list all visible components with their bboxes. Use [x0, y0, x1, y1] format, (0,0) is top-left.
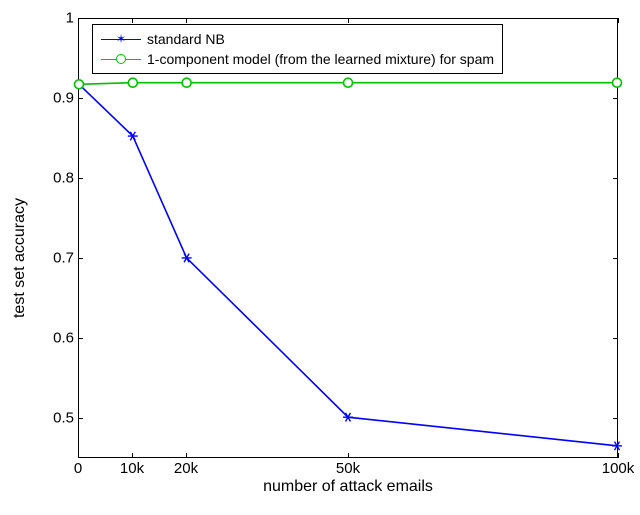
circle-icon [128, 78, 137, 87]
x-tick-label: 100k [602, 460, 635, 477]
plot-area [78, 18, 618, 458]
x-tick-label: 0 [74, 460, 82, 477]
y-tick-label: 0.9 [24, 90, 74, 107]
legend-swatch-mixture [101, 50, 141, 68]
y-tick-label: 0.8 [24, 170, 74, 187]
series-line [79, 84, 617, 446]
y-tick-label: 1 [24, 10, 74, 27]
y-axis-label: test set accuracy [11, 197, 29, 317]
circle-icon [75, 80, 84, 89]
y-tick-label: 0.5 [24, 410, 74, 427]
legend-entry-standard-nb: ✶ standard NB [101, 29, 494, 49]
x-tick-label: 10k [120, 460, 144, 477]
legend-swatch-standard-nb: ✶ [101, 30, 141, 48]
legend-entry-mixture: 1-component model (from the learned mixt… [101, 49, 494, 69]
plot-svg [79, 19, 617, 457]
x-axis-label: number of attack emails [78, 478, 618, 496]
y-tick-label: 0.6 [24, 330, 74, 347]
x-tick-label: 20k [174, 460, 198, 477]
chart-container: 0.5 0.6 0.7 0.8 0.9 1 0 10k 20k 50k 100k test set… [0, 0, 640, 515]
star-icon [612, 442, 622, 451]
circle-icon [344, 78, 353, 87]
circle-icon [116, 54, 126, 64]
x-tick-label: 50k [336, 460, 360, 477]
circle-icon [182, 78, 191, 87]
legend: ✶ standard NB 1-component model (from th… [92, 24, 503, 74]
circle-icon [613, 78, 622, 87]
legend-label: standard NB [147, 31, 225, 47]
y-tick-label: 0.7 [24, 250, 74, 267]
star-icon: ✶ [116, 33, 126, 45]
legend-label: 1-component model (from the learned mixt… [147, 51, 494, 67]
